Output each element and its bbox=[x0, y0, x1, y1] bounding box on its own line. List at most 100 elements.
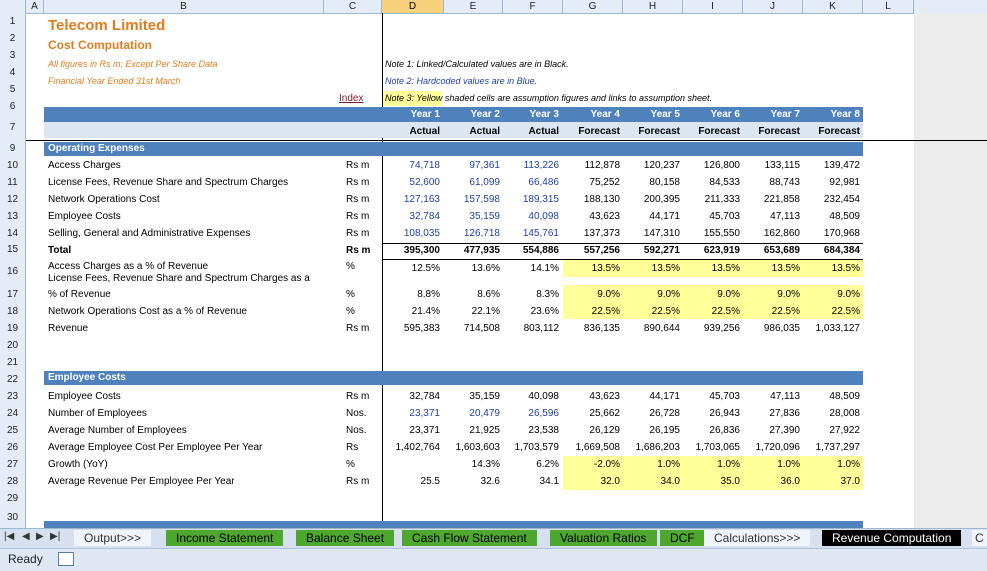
row-header[interactable]: 15 bbox=[0, 242, 26, 258]
row-unit[interactable]: Rs m bbox=[346, 174, 369, 191]
row-header[interactable]: 10 bbox=[0, 157, 26, 174]
value-cell[interactable] bbox=[380, 456, 440, 473]
value-cell[interactable]: 32,784 bbox=[380, 208, 440, 225]
row-label[interactable]: License Fees, Revenue Share and Spectrum… bbox=[48, 174, 288, 191]
value-cell[interactable]: 1,402,764 bbox=[380, 439, 441, 456]
value-cell[interactable]: 12.5% bbox=[380, 260, 440, 277]
value-cell[interactable]: 14.1% bbox=[499, 260, 559, 277]
value-cell[interactable]: 836,135 bbox=[560, 320, 620, 337]
value-cell[interactable]: 23,538 bbox=[499, 422, 559, 439]
value-cell[interactable]: 21,925 bbox=[440, 422, 500, 439]
value-cell[interactable]: 35,159 bbox=[440, 208, 500, 225]
tab-balance-sheet[interactable]: Balance Sheet bbox=[296, 530, 395, 546]
row-header[interactable]: 4 bbox=[0, 64, 26, 81]
value-cell[interactable]: 32,784 bbox=[380, 388, 440, 405]
tab-revenue-computation[interactable]: Revenue Computation bbox=[822, 530, 962, 546]
tab-output[interactable]: Output>>> bbox=[74, 530, 152, 546]
tab-cash-flow-statement[interactable]: Cash Flow Statement bbox=[402, 530, 537, 546]
year-header[interactable]: Year 6 bbox=[682, 106, 740, 123]
value-cell[interactable]: 25,662 bbox=[560, 405, 620, 422]
row-unit[interactable]: Rs m bbox=[346, 388, 369, 405]
row-label[interactable]: Revenue bbox=[48, 320, 88, 337]
value-cell[interactable]: 595,383 bbox=[380, 320, 440, 337]
value-cell[interactable]: 14.3% bbox=[440, 456, 500, 473]
row-unit[interactable]: Nos. bbox=[346, 405, 367, 422]
row-label[interactable]: Total bbox=[48, 242, 71, 259]
col-header-j[interactable]: J bbox=[743, 0, 803, 13]
year-type[interactable]: Actual bbox=[382, 123, 440, 141]
value-cell[interactable]: 22.5% bbox=[680, 303, 740, 320]
value-cell[interactable]: 34.1 bbox=[499, 473, 559, 490]
value-cell[interactable]: 147,310 bbox=[620, 225, 680, 242]
value-cell[interactable]: 13.5% bbox=[620, 260, 680, 277]
value-cell[interactable]: 112,878 bbox=[560, 157, 620, 174]
row-label[interactable]: Number of Employees bbox=[48, 405, 147, 422]
year-header[interactable]: Year 8 bbox=[802, 106, 860, 123]
value-cell[interactable]: 26,195 bbox=[620, 422, 680, 439]
value-cell[interactable]: 145,761 bbox=[499, 225, 559, 242]
row-header[interactable]: 11 bbox=[0, 174, 26, 191]
value-cell[interactable]: 22.5% bbox=[740, 303, 800, 320]
value-cell[interactable]: 45,703 bbox=[680, 208, 740, 225]
value-cell[interactable]: 22.5% bbox=[560, 303, 620, 320]
value-cell[interactable]: 939,256 bbox=[680, 320, 740, 337]
value-cell[interactable]: 9.0% bbox=[800, 286, 860, 303]
tab-dcf[interactable]: DCF bbox=[660, 530, 705, 546]
value-cell[interactable]: 44,171 bbox=[620, 388, 680, 405]
row-label[interactable]: License Fees, Revenue Share and Spectrum… bbox=[48, 270, 310, 287]
value-cell[interactable]: 22.5% bbox=[620, 303, 680, 320]
value-cell[interactable]: 84,533 bbox=[680, 174, 740, 191]
row-header[interactable]: 2 bbox=[0, 30, 26, 47]
tab-calculations[interactable]: Calculations>>> bbox=[704, 530, 811, 546]
col-header-f[interactable]: F bbox=[503, 0, 563, 13]
value-cell[interactable]: 126,800 bbox=[680, 157, 740, 174]
year-type[interactable]: Forecast bbox=[682, 123, 740, 141]
value-cell[interactable]: 890,644 bbox=[620, 320, 680, 337]
tab-next-hidden[interactable]: C bbox=[972, 530, 987, 546]
value-cell[interactable]: 1,703,065 bbox=[680, 439, 741, 456]
col-header-g[interactable]: G bbox=[563, 0, 623, 13]
value-cell[interactable]: 26,836 bbox=[680, 422, 740, 439]
value-cell[interactable]: 80,158 bbox=[620, 174, 680, 191]
value-cell[interactable]: 9.0% bbox=[560, 286, 620, 303]
value-cell[interactable]: 803,112 bbox=[499, 320, 559, 337]
value-cell[interactable]: 395,300 bbox=[380, 242, 440, 259]
value-cell[interactable]: 25.5 bbox=[380, 473, 440, 490]
value-cell[interactable]: 75,252 bbox=[560, 174, 620, 191]
value-cell[interactable]: 61,099 bbox=[440, 174, 500, 191]
row-header[interactable]: 14 bbox=[0, 225, 26, 242]
value-cell[interactable]: 477,935 bbox=[440, 242, 500, 259]
row-header[interactable]: 20 bbox=[0, 337, 26, 354]
row-header[interactable]: 26 bbox=[0, 439, 26, 456]
value-cell[interactable]: 43,623 bbox=[560, 388, 620, 405]
last-sheet-icon[interactable]: ▶| bbox=[50, 531, 60, 542]
value-cell[interactable]: 8.8% bbox=[380, 286, 440, 303]
value-cell[interactable]: 221,858 bbox=[740, 191, 800, 208]
prev-sheet-icon[interactable]: ◀ bbox=[22, 531, 30, 542]
year-type[interactable]: Forecast bbox=[562, 123, 620, 141]
value-cell[interactable]: 40,098 bbox=[499, 388, 559, 405]
value-cell[interactable]: 8.6% bbox=[440, 286, 500, 303]
value-cell[interactable]: 66,486 bbox=[499, 174, 559, 191]
value-cell[interactable]: 47,113 bbox=[740, 208, 800, 225]
value-cell[interactable]: 27,390 bbox=[740, 422, 800, 439]
value-cell[interactable]: 200,395 bbox=[620, 191, 680, 208]
value-cell[interactable]: 1,686,203 bbox=[620, 439, 681, 456]
value-cell[interactable]: 1,669,508 bbox=[560, 439, 621, 456]
value-cell[interactable]: 211,333 bbox=[680, 191, 740, 208]
row-label-continued[interactable]: % of Revenue bbox=[48, 286, 111, 303]
value-cell[interactable]: 8.3% bbox=[499, 286, 559, 303]
value-cell[interactable]: 684,384 bbox=[800, 242, 860, 259]
col-header-b[interactable]: B bbox=[44, 0, 324, 13]
value-cell[interactable]: 1.0% bbox=[680, 456, 740, 473]
value-cell[interactable]: 48,509 bbox=[800, 208, 860, 225]
value-cell[interactable]: 48,509 bbox=[800, 388, 860, 405]
value-cell[interactable]: 1,603,603 bbox=[440, 439, 501, 456]
row-label[interactable]: Average Number of Employees bbox=[48, 422, 187, 439]
row-unit[interactable]: % bbox=[346, 286, 355, 303]
value-cell[interactable]: 97,361 bbox=[440, 157, 500, 174]
row-header[interactable]: 18 bbox=[0, 303, 26, 320]
row-header[interactable]: 6 bbox=[0, 98, 26, 115]
row-unit[interactable]: Nos. bbox=[346, 422, 367, 439]
value-cell[interactable]: 13.5% bbox=[680, 260, 740, 277]
